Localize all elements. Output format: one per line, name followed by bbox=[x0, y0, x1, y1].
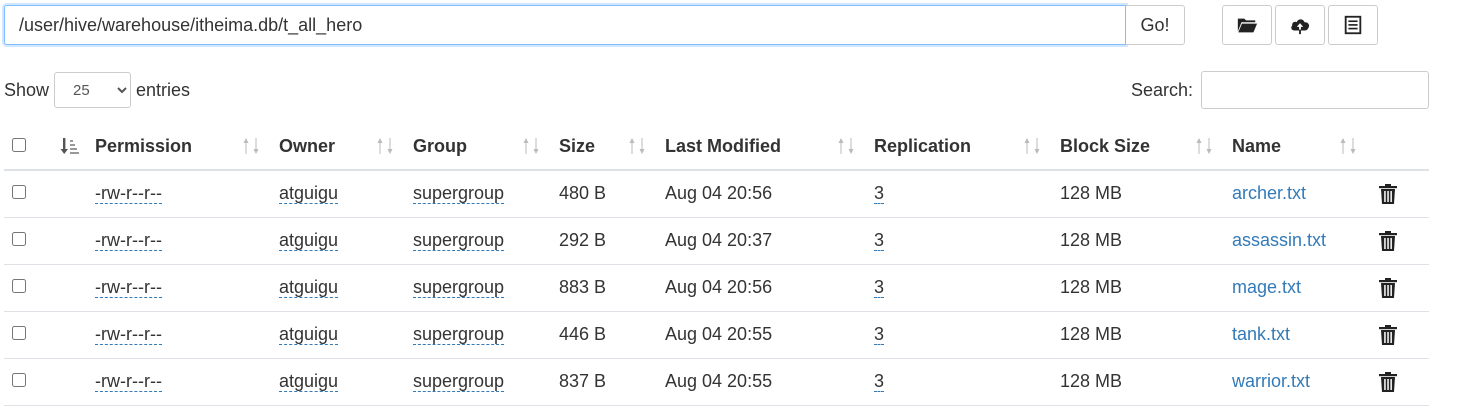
search-control: Search: bbox=[1131, 71, 1429, 109]
entries-length-control: Show 25 entries bbox=[4, 72, 190, 108]
show-label: Show bbox=[4, 79, 50, 100]
file-name-link[interactable]: mage.txt bbox=[1232, 277, 1301, 297]
file-table-body: -rw-r--r-- atguigu supergroup 480 B Aug … bbox=[4, 170, 1429, 405]
create-directory-button[interactable] bbox=[1222, 5, 1272, 45]
group-value[interactable]: supergroup bbox=[413, 183, 505, 205]
entries-label: entries bbox=[136, 79, 191, 100]
owner-value[interactable]: atguigu bbox=[279, 230, 339, 251]
row-checkbox[interactable] bbox=[12, 279, 26, 293]
replication-value[interactable]: 3 bbox=[874, 324, 885, 345]
table-row: -rw-r--r-- atguigu supergroup 292 B Aug … bbox=[4, 217, 1429, 264]
column-header-size[interactable]: Size bbox=[559, 124, 665, 171]
permission-value[interactable]: -rw-r--r-- bbox=[95, 230, 162, 251]
modified-value: Aug 04 20:56 bbox=[665, 277, 773, 297]
sort-amount-icon bbox=[60, 138, 79, 154]
column-header-owner[interactable]: Owner bbox=[279, 124, 413, 171]
path-input[interactable] bbox=[4, 5, 1126, 45]
row-checkbox[interactable] bbox=[12, 185, 26, 200]
table-row: -rw-r--r-- atguigu supergroup 837 B Aug … bbox=[4, 358, 1429, 405]
owner-value[interactable]: atguigu bbox=[279, 324, 339, 345]
sort-icon bbox=[629, 138, 645, 154]
modified-value: Aug 04 20:55 bbox=[665, 371, 773, 391]
replication-value[interactable]: 3 bbox=[874, 371, 885, 392]
modified-value: Aug 04 20:55 bbox=[665, 324, 773, 344]
owner-value[interactable]: atguigu bbox=[279, 371, 339, 392]
replication-value[interactable]: 3 bbox=[874, 277, 885, 298]
column-header-last-modified[interactable]: Last Modified bbox=[665, 124, 874, 171]
row-checkbox[interactable] bbox=[12, 232, 26, 246]
block-size-value: 128 MB bbox=[1060, 230, 1123, 250]
group-value[interactable]: supergroup bbox=[413, 230, 505, 251]
sort-icon bbox=[1024, 138, 1040, 154]
column-header-block-size[interactable]: Block Size bbox=[1060, 124, 1232, 171]
select-all-header bbox=[4, 124, 52, 171]
size-value: 292 B bbox=[559, 230, 607, 250]
actions-header bbox=[1376, 124, 1429, 171]
upload-button[interactable] bbox=[1275, 5, 1325, 45]
block-size-value: 128 MB bbox=[1060, 277, 1123, 297]
size-value: 837 B bbox=[559, 371, 607, 391]
search-label: Search: bbox=[1130, 79, 1193, 100]
modified-value: Aug 04 20:56 bbox=[665, 183, 773, 204]
sort-icon bbox=[377, 138, 393, 154]
size-value: 883 B bbox=[559, 277, 607, 297]
block-size-value: 128 MB bbox=[1060, 371, 1123, 391]
permission-value[interactable]: -rw-r--r-- bbox=[95, 183, 162, 205]
cloud-upload-icon bbox=[1291, 19, 1310, 35]
trash-icon[interactable] bbox=[1379, 230, 1397, 251]
size-value: 446 B bbox=[559, 324, 607, 344]
group-value[interactable]: supergroup bbox=[413, 277, 505, 298]
file-name-link[interactable]: archer.txt bbox=[1232, 183, 1306, 203]
table-row: -rw-r--r-- atguigu supergroup 883 B Aug … bbox=[4, 264, 1429, 311]
entries-select[interactable]: 25 bbox=[54, 72, 132, 108]
row-checkbox[interactable] bbox=[12, 326, 26, 340]
column-header-name[interactable]: Name bbox=[1232, 124, 1376, 171]
trash-icon[interactable] bbox=[1379, 371, 1397, 392]
trash-icon[interactable] bbox=[1379, 277, 1397, 298]
sort-icon bbox=[243, 138, 259, 154]
row-checkbox[interactable] bbox=[12, 373, 26, 387]
size-value: 480 B bbox=[559, 183, 607, 204]
column-header-permission[interactable]: Permission bbox=[95, 124, 279, 171]
list-icon bbox=[1344, 15, 1362, 35]
permission-value[interactable]: -rw-r--r-- bbox=[95, 371, 162, 392]
sort-icon bbox=[1196, 138, 1212, 154]
file-name-link[interactable]: assassin.txt bbox=[1232, 230, 1326, 250]
trash-icon[interactable] bbox=[1379, 324, 1397, 345]
replication-value[interactable]: 3 bbox=[874, 230, 885, 251]
column-header-group[interactable]: Group bbox=[413, 124, 559, 171]
block-size-value: 128 MB bbox=[1060, 324, 1123, 344]
search-input[interactable] bbox=[1201, 71, 1429, 109]
sort-icon bbox=[523, 138, 539, 154]
permission-value[interactable]: -rw-r--r-- bbox=[95, 277, 162, 298]
sort-icon bbox=[1340, 138, 1356, 154]
block-size-value: 128 MB bbox=[1060, 183, 1123, 204]
owner-value[interactable]: atguigu bbox=[279, 183, 339, 205]
group-value[interactable]: supergroup bbox=[413, 324, 505, 345]
go-button[interactable]: Go! bbox=[1126, 5, 1185, 45]
modified-value: Aug 04 20:37 bbox=[665, 230, 773, 250]
trash-icon[interactable] bbox=[1379, 183, 1397, 204]
folder-icon bbox=[1237, 18, 1258, 33]
file-name-link[interactable]: tank.txt bbox=[1232, 324, 1290, 344]
sort-header[interactable] bbox=[52, 124, 95, 171]
sort-icon bbox=[838, 138, 854, 154]
list-view-button[interactable] bbox=[1328, 5, 1378, 45]
group-value[interactable]: supergroup bbox=[413, 371, 505, 392]
select-all-checkbox[interactable] bbox=[12, 138, 26, 152]
file-name-link[interactable]: warrior.txt bbox=[1232, 371, 1310, 391]
permission-value[interactable]: -rw-r--r-- bbox=[95, 324, 162, 345]
replication-value[interactable]: 3 bbox=[874, 183, 885, 205]
table-row: -rw-r--r-- atguigu supergroup 480 B Aug … bbox=[4, 170, 1429, 217]
table-header-row: Permission Owner Group Size Last Modifie… bbox=[4, 124, 1429, 171]
owner-value[interactable]: atguigu bbox=[279, 277, 339, 298]
table-row: -rw-r--r-- atguigu supergroup 446 B Aug … bbox=[4, 311, 1429, 358]
file-table: Permission Owner Group Size Last Modifie… bbox=[4, 124, 1429, 406]
column-header-replication[interactable]: Replication bbox=[874, 124, 1060, 171]
